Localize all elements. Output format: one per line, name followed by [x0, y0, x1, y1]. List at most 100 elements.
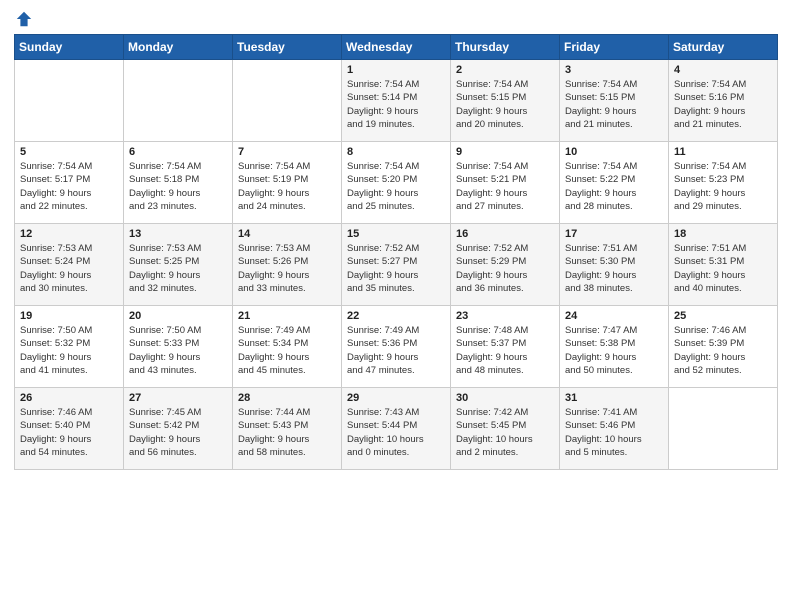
logo: [14, 10, 34, 28]
calendar-cell: [15, 60, 124, 142]
day-info: Sunrise: 7:53 AM Sunset: 5:25 PM Dayligh…: [129, 242, 227, 295]
weekday-header: Saturday: [669, 35, 778, 60]
calendar-cell: 2 Sunrise: 7:54 AM Sunset: 5:15 PM Daylig…: [451, 60, 560, 142]
calendar-cell: [233, 60, 342, 142]
day-number: 12: [20, 228, 118, 240]
calendar-cell: 25 Sunrise: 7:46 AM Sunset: 5:39 PM Dayli…: [669, 306, 778, 388]
day-info: Sunrise: 7:53 AM Sunset: 5:26 PM Dayligh…: [238, 242, 336, 295]
calendar-cell: [669, 388, 778, 470]
day-info: Sunrise: 7:54 AM Sunset: 5:18 PM Dayligh…: [129, 160, 227, 213]
calendar-cell: 21 Sunrise: 7:49 AM Sunset: 5:34 PM Dayli…: [233, 306, 342, 388]
day-info: Sunrise: 7:43 AM Sunset: 5:44 PM Dayligh…: [347, 406, 445, 459]
calendar-cell: 3 Sunrise: 7:54 AM Sunset: 5:15 PM Daylig…: [560, 60, 669, 142]
calendar-cell: 5 Sunrise: 7:54 AM Sunset: 5:17 PM Daylig…: [15, 142, 124, 224]
calendar-cell: 8 Sunrise: 7:54 AM Sunset: 5:20 PM Daylig…: [342, 142, 451, 224]
day-number: 21: [238, 310, 336, 322]
day-info: Sunrise: 7:51 AM Sunset: 5:31 PM Dayligh…: [674, 242, 772, 295]
weekday-header: Monday: [124, 35, 233, 60]
day-number: 13: [129, 228, 227, 240]
weekday-header: Wednesday: [342, 35, 451, 60]
weekday-header: Tuesday: [233, 35, 342, 60]
day-number: 11: [674, 146, 772, 158]
calendar-cell: 18Sunrise: 7:51 AM Sunset: 5:31 PM Dayli…: [669, 224, 778, 306]
day-info: Sunrise: 7:41 AM Sunset: 5:46 PM Dayligh…: [565, 406, 663, 459]
calendar-cell: 23Sunrise: 7:48 AM Sunset: 5:37 PM Dayli…: [451, 306, 560, 388]
day-info: Sunrise: 7:54 AM Sunset: 5:16 PM Dayligh…: [674, 78, 772, 131]
day-number: 1: [347, 64, 445, 76]
day-info: Sunrise: 7:47 AM Sunset: 5:38 PM Dayligh…: [565, 324, 663, 377]
calendar-cell: 7 Sunrise: 7:54 AM Sunset: 5:19 PM Daylig…: [233, 142, 342, 224]
day-number: 7: [238, 146, 336, 158]
day-info: Sunrise: 7:50 AM Sunset: 5:33 PM Dayligh…: [129, 324, 227, 377]
weekday-header: Friday: [560, 35, 669, 60]
day-info: Sunrise: 7:54 AM Sunset: 5:17 PM Dayligh…: [20, 160, 118, 213]
calendar-cell: 31 Sunrise: 7:41 AM Sunset: 5:46 PM Dayli…: [560, 388, 669, 470]
day-number: 24: [565, 310, 663, 322]
day-number: 5: [20, 146, 118, 158]
day-number: 14: [238, 228, 336, 240]
day-number: 31: [565, 392, 663, 404]
day-number: 30: [456, 392, 554, 404]
weekday-header: Thursday: [451, 35, 560, 60]
calendar-cell: 19 Sunrise: 7:50 AM Sunset: 5:32 PM Dayli…: [15, 306, 124, 388]
calendar-cell: 4 Sunrise: 7:54 AM Sunset: 5:16 PM Daylig…: [669, 60, 778, 142]
calendar-table: SundayMondayTuesdayWednesdayThursdayFrid…: [14, 34, 778, 470]
day-info: Sunrise: 7:49 AM Sunset: 5:34 PM Dayligh…: [238, 324, 336, 377]
page-container: SundayMondayTuesdayWednesdayThursdayFrid…: [0, 0, 792, 480]
weekday-header: Sunday: [15, 35, 124, 60]
day-info: Sunrise: 7:54 AM Sunset: 5:23 PM Dayligh…: [674, 160, 772, 213]
day-number: 8: [347, 146, 445, 158]
calendar-week-row: 19 Sunrise: 7:50 AM Sunset: 5:32 PM Dayli…: [15, 306, 778, 388]
calendar-cell: 22Sunrise: 7:49 AM Sunset: 5:36 PM Dayli…: [342, 306, 451, 388]
day-number: 29: [347, 392, 445, 404]
calendar-cell: 26Sunrise: 7:46 AM Sunset: 5:40 PM Dayli…: [15, 388, 124, 470]
day-info: Sunrise: 7:52 AM Sunset: 5:29 PM Dayligh…: [456, 242, 554, 295]
calendar-week-row: 26Sunrise: 7:46 AM Sunset: 5:40 PM Dayli…: [15, 388, 778, 470]
day-number: 23: [456, 310, 554, 322]
day-number: 2: [456, 64, 554, 76]
logo-icon: [15, 10, 33, 28]
day-number: 22: [347, 310, 445, 322]
day-number: 17: [565, 228, 663, 240]
calendar-header-row: SundayMondayTuesdayWednesdayThursdayFrid…: [15, 35, 778, 60]
calendar-cell: 16 Sunrise: 7:52 AM Sunset: 5:29 PM Dayli…: [451, 224, 560, 306]
day-number: 4: [674, 64, 772, 76]
calendar-cell: [124, 60, 233, 142]
day-info: Sunrise: 7:51 AM Sunset: 5:30 PM Dayligh…: [565, 242, 663, 295]
day-number: 26: [20, 392, 118, 404]
day-info: Sunrise: 7:50 AM Sunset: 5:32 PM Dayligh…: [20, 324, 118, 377]
day-info: Sunrise: 7:53 AM Sunset: 5:24 PM Dayligh…: [20, 242, 118, 295]
day-number: 6: [129, 146, 227, 158]
calendar-week-row: 1 Sunrise: 7:54 AM Sunset: 5:14 PM Daylig…: [15, 60, 778, 142]
day-info: Sunrise: 7:52 AM Sunset: 5:27 PM Dayligh…: [347, 242, 445, 295]
day-info: Sunrise: 7:54 AM Sunset: 5:20 PM Dayligh…: [347, 160, 445, 213]
calendar-cell: 17 Sunrise: 7:51 AM Sunset: 5:30 PM Dayli…: [560, 224, 669, 306]
day-number: 19: [20, 310, 118, 322]
day-info: Sunrise: 7:54 AM Sunset: 5:21 PM Dayligh…: [456, 160, 554, 213]
calendar-cell: 6 Sunrise: 7:54 AM Sunset: 5:18 PM Daylig…: [124, 142, 233, 224]
day-info: Sunrise: 7:54 AM Sunset: 5:22 PM Dayligh…: [565, 160, 663, 213]
calendar-cell: 28Sunrise: 7:44 AM Sunset: 5:43 PM Dayli…: [233, 388, 342, 470]
calendar-cell: 27 Sunrise: 7:45 AM Sunset: 5:42 PM Dayli…: [124, 388, 233, 470]
day-info: Sunrise: 7:54 AM Sunset: 5:15 PM Dayligh…: [456, 78, 554, 131]
calendar-cell: 1 Sunrise: 7:54 AM Sunset: 5:14 PM Daylig…: [342, 60, 451, 142]
calendar-week-row: 5 Sunrise: 7:54 AM Sunset: 5:17 PM Daylig…: [15, 142, 778, 224]
calendar-cell: 15 Sunrise: 7:52 AM Sunset: 5:27 PM Dayli…: [342, 224, 451, 306]
calendar-cell: 30Sunrise: 7:42 AM Sunset: 5:45 PM Dayli…: [451, 388, 560, 470]
day-info: Sunrise: 7:46 AM Sunset: 5:39 PM Dayligh…: [674, 324, 772, 377]
day-number: 20: [129, 310, 227, 322]
day-number: 25: [674, 310, 772, 322]
day-number: 15: [347, 228, 445, 240]
day-number: 16: [456, 228, 554, 240]
day-number: 10: [565, 146, 663, 158]
calendar-cell: 11 Sunrise: 7:54 AM Sunset: 5:23 PM Dayli…: [669, 142, 778, 224]
day-info: Sunrise: 7:54 AM Sunset: 5:14 PM Dayligh…: [347, 78, 445, 131]
calendar-cell: 9Sunrise: 7:54 AM Sunset: 5:21 PM Daylig…: [451, 142, 560, 224]
day-number: 3: [565, 64, 663, 76]
day-info: Sunrise: 7:54 AM Sunset: 5:19 PM Dayligh…: [238, 160, 336, 213]
calendar-week-row: 12 Sunrise: 7:53 AM Sunset: 5:24 PM Dayli…: [15, 224, 778, 306]
day-info: Sunrise: 7:44 AM Sunset: 5:43 PM Dayligh…: [238, 406, 336, 459]
day-number: 27: [129, 392, 227, 404]
day-info: Sunrise: 7:54 AM Sunset: 5:15 PM Dayligh…: [565, 78, 663, 131]
day-info: Sunrise: 7:45 AM Sunset: 5:42 PM Dayligh…: [129, 406, 227, 459]
